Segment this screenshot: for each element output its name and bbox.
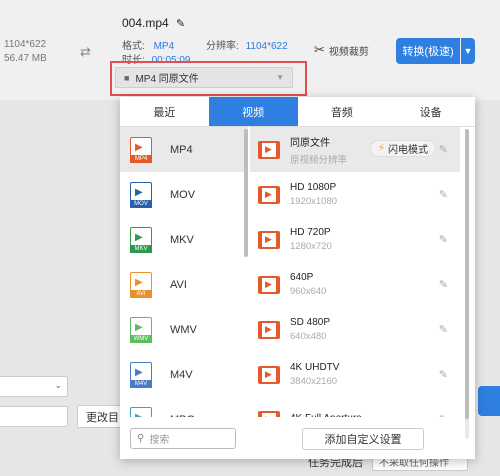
source-resolution: 1104*622 bbox=[4, 39, 47, 50]
video-file-icon: ▶MPG bbox=[130, 406, 152, 417]
video-preset-icon bbox=[258, 140, 280, 159]
file-name-row: 004.mp4 ✎ bbox=[122, 16, 185, 30]
format-name: WMV bbox=[170, 323, 197, 336]
scissors-icon: ✂ bbox=[314, 42, 325, 57]
format-item[interactable]: ▶MPG MPG bbox=[120, 397, 248, 417]
task-done-value: 不采取任何操作 bbox=[379, 458, 449, 469]
video-preset-icon bbox=[258, 320, 280, 339]
convert-options-chevron-icon[interactable]: ▼ bbox=[461, 38, 475, 64]
source-size: 56.47 MB bbox=[4, 53, 47, 64]
format-item[interactable]: ▶ WMV WMV bbox=[120, 307, 248, 352]
video-file-icon: ▶ AVI bbox=[130, 271, 152, 298]
video-file-icon: ▶ M4V bbox=[130, 361, 152, 388]
search-input[interactable]: ⚲ 搜索 bbox=[130, 428, 236, 449]
chevron-down-icon: ⌄ bbox=[54, 380, 62, 390]
edit-pencil-icon[interactable]: ✎ bbox=[439, 188, 448, 201]
preset-resolution: 640x480 bbox=[290, 331, 327, 342]
resolution-meta: 分辨率: 1104*622 bbox=[206, 41, 288, 52]
lightning-icon: ⚡ bbox=[378, 143, 386, 154]
preset-resolution: 3840x2160 bbox=[290, 376, 338, 387]
tab-device[interactable]: 设备 bbox=[386, 97, 475, 126]
preset-resolution: 1920x1080 bbox=[290, 196, 338, 207]
preset-item[interactable]: 640P 960x640 ✎ bbox=[250, 262, 460, 307]
preset-item[interactable]: 同原文件原视频分辨率 ⚡闪电模式✎ bbox=[250, 127, 460, 172]
add-custom-setting-button[interactable]: 添加自定义设置 bbox=[302, 428, 424, 450]
video-preset-icon bbox=[258, 365, 280, 384]
preset-resolution: 1280x720 bbox=[290, 241, 332, 252]
convert-all-button[interactable] bbox=[478, 386, 500, 416]
preset-list-scrollbar[interactable] bbox=[465, 129, 469, 419]
preset-name: SD 480P bbox=[290, 317, 331, 328]
edit-pencil-icon[interactable]: ✎ bbox=[439, 143, 448, 156]
highlight-box bbox=[110, 61, 307, 96]
tab-recent[interactable]: 最近 bbox=[120, 97, 209, 126]
format-list-scrollbar[interactable] bbox=[244, 129, 248, 257]
search-placeholder: 搜索 bbox=[149, 435, 170, 446]
video-file-icon: ▶ MKV bbox=[130, 226, 152, 253]
video-cut-button[interactable]: ✂ 视频裁剪 bbox=[314, 42, 369, 58]
format-item[interactable]: ▶ M4V M4V bbox=[120, 352, 248, 397]
format-item[interactable]: ▶ AVI AVI bbox=[120, 262, 248, 307]
format-name: MPG bbox=[170, 414, 195, 418]
preset-list: 同原文件原视频分辨率⚡闪电模式✎HD 1080P1920x1080✎HD 720… bbox=[250, 127, 460, 417]
tab-video[interactable]: 视频 bbox=[208, 97, 298, 126]
preset-item[interactable]: HD 1080P 1920x1080 ✎ bbox=[250, 172, 460, 217]
preset-list-scroll-track bbox=[465, 129, 469, 439]
search-icon: ⚲ bbox=[137, 433, 145, 444]
shuffle-icon: ⇄ bbox=[80, 44, 91, 59]
preset-name: HD 1080P bbox=[290, 182, 337, 193]
video-file-icon: ▶ MP4 bbox=[130, 136, 152, 163]
background-select[interactable]: ⌄ bbox=[0, 376, 68, 397]
output-path-input[interactable] bbox=[0, 406, 68, 427]
format-name: AVI bbox=[170, 278, 187, 291]
rename-pencil-icon[interactable]: ✎ bbox=[176, 18, 185, 30]
format-name: MOV bbox=[170, 188, 196, 201]
preset-resolution: 960x640 bbox=[290, 286, 327, 297]
preset-name: 640P bbox=[290, 272, 314, 283]
video-file-icon: ▶ WMV bbox=[130, 316, 152, 343]
preset-resolution: 原视频分辨率 bbox=[290, 154, 348, 166]
edit-pencil-icon[interactable]: ✎ bbox=[439, 323, 448, 336]
change-directory-button[interactable]: 更改目 bbox=[77, 405, 123, 428]
format-meta: 格式: MP4 bbox=[122, 41, 175, 52]
preset-item[interactable]: 4K Full Aperture ✎ bbox=[250, 397, 460, 417]
video-preset-icon bbox=[258, 410, 280, 417]
format-item[interactable]: ▶ MOV MOV bbox=[120, 172, 248, 217]
format-name: M4V bbox=[170, 368, 193, 381]
preset-item[interactable]: SD 480P 640x480 ✎ bbox=[250, 307, 460, 352]
edit-pencil-icon[interactable]: ✎ bbox=[439, 368, 448, 381]
preset-item[interactable]: 4K UHDTV 3840x2160 ✎ bbox=[250, 352, 460, 397]
flash-mode-badge[interactable]: ⚡ 闪电模式 bbox=[370, 140, 437, 157]
source-info: 1104*622 56.47 MB bbox=[4, 38, 47, 66]
format-name: MKV bbox=[170, 233, 194, 246]
format-item[interactable]: ▶ MKV MKV bbox=[120, 217, 248, 262]
preset-name: 4K UHDTV bbox=[290, 362, 340, 373]
format-picker-panel: 最近 视频 音频 设备 ▶ MP4 MP4 ▶ MOV MOV ▶ MKV MKV ▶ AVI AVI… bbox=[120, 97, 475, 459]
video-file-icon: ▶ MOV bbox=[130, 181, 152, 208]
edit-pencil-icon[interactable]: ✎ bbox=[439, 278, 448, 291]
format-list: ▶ MP4 MP4 ▶ MOV MOV ▶ MKV MKV ▶ AVI AVI ▶ WMV WMV ▶ M4V M… bbox=[120, 127, 248, 417]
preset-name: 4K Full Aperture bbox=[290, 413, 362, 418]
video-preset-icon bbox=[258, 275, 280, 294]
preset-name: 同原文件 bbox=[290, 137, 330, 149]
video-preset-icon bbox=[258, 230, 280, 249]
preset-item[interactable]: HD 720P 1280x720 ✎ bbox=[250, 217, 460, 262]
video-preset-icon bbox=[258, 185, 280, 204]
convert-button[interactable]: 转换(极速) bbox=[396, 38, 460, 64]
edit-pencil-icon[interactable]: ✎ bbox=[439, 413, 448, 417]
file-name: 004.mp4 bbox=[122, 16, 169, 30]
format-name: MP4 bbox=[170, 143, 193, 156]
edit-pencil-icon[interactable]: ✎ bbox=[439, 233, 448, 246]
tab-audio[interactable]: 音频 bbox=[298, 97, 387, 126]
format-item[interactable]: ▶ MP4 MP4 bbox=[120, 127, 248, 172]
preset-name: HD 720P bbox=[290, 227, 331, 238]
format-tabs: 最近 视频 音频 设备 bbox=[120, 97, 475, 127]
